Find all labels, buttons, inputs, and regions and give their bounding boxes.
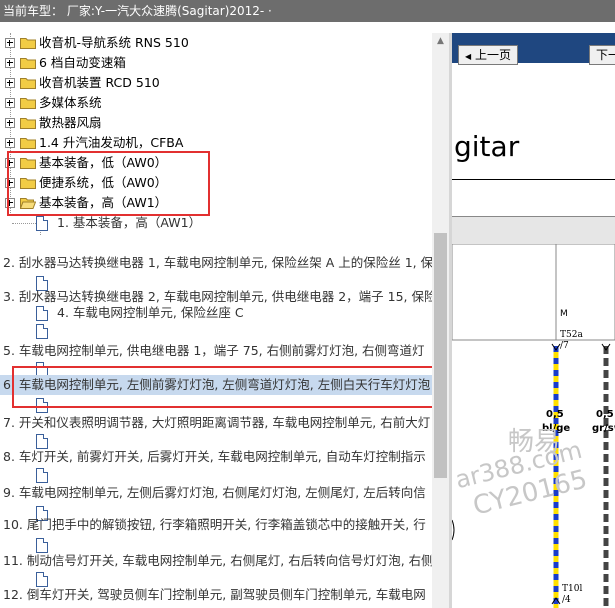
title-bar: 当前车型： 厂家:Y-一汽大众速腾(Sagitar)2012- · bbox=[0, 0, 615, 22]
expand-icon[interactable] bbox=[5, 98, 15, 108]
folder-icon bbox=[20, 138, 36, 149]
folder-icon bbox=[20, 38, 36, 49]
tree-folder-label: 收音机装置 RCD 510 bbox=[39, 75, 160, 90]
prev-page-button[interactable]: ◀ 上一页 bbox=[458, 45, 518, 65]
diagram-title: gitar bbox=[454, 130, 520, 163]
document-icon bbox=[36, 216, 48, 231]
annotation-box bbox=[12, 366, 432, 408]
tree-folder-label: 1.4 升汽油发动机，CFBA bbox=[39, 135, 184, 150]
bottom-connector-label: T10l bbox=[562, 584, 583, 594]
folder-icon bbox=[20, 98, 36, 109]
tree-document-label: 11. 制动信号灯开关, 车载电网控制单元, 右侧尾灯, 右后转向信号灯灯泡, … bbox=[3, 553, 432, 568]
folder-icon bbox=[20, 118, 36, 129]
document-tree[interactable]: 收音机-导航系统 RNS 510 6 档自动变速箱 收音机装置 RCD 510 … bbox=[0, 33, 432, 608]
expand-icon[interactable] bbox=[5, 58, 15, 68]
tree-folder-label: 6 档自动变速箱 bbox=[39, 55, 126, 70]
wire2-color-label: gr/sw bbox=[592, 423, 615, 434]
tree-document-label: 8. 车灯开关, 前雾灯开关, 后雾灯开关, 车载电网控制单元, 自动车灯控制指… bbox=[3, 449, 426, 464]
tree-document-label: 7. 开关和仪表照明调节器, 大灯照明距离调节器, 车载电网控制单元, 右前大灯 bbox=[3, 415, 431, 430]
wire2-size-label: 0,5 bbox=[596, 409, 614, 420]
expand-icon[interactable] bbox=[5, 138, 15, 148]
document-icon bbox=[36, 306, 48, 321]
wire1-size-label: 0,5 bbox=[546, 409, 564, 420]
viewer-toolbar: ◀ 上一页 下一 bbox=[452, 33, 615, 65]
tree-document-label: 12. 倒车灯开关, 驾驶员侧车门控制单元, 副驾驶员侧车门控制单元, 车载电网 bbox=[3, 587, 426, 602]
expand-icon[interactable] bbox=[5, 78, 15, 88]
tree-document-label: 9. 车载电网控制单元, 左侧后雾灯灯泡, 右侧尾灯灯泡, 左侧尾灯, 左后转向… bbox=[3, 485, 426, 500]
diagram-header-band bbox=[452, 216, 615, 246]
tree-document-label: 10. 尾门把手中的解锁按钮, 行李箱照明开关, 行李箱盖锁芯中的接触开关, 行 bbox=[3, 517, 426, 532]
left-arrow-icon: ◀ bbox=[465, 52, 472, 61]
wire1-pin-number: /7 bbox=[560, 341, 569, 351]
tree-guide-line bbox=[12, 223, 36, 224]
tree-folder-label: 收音机-导航系统 RNS 510 bbox=[39, 35, 189, 50]
expand-icon[interactable] bbox=[5, 38, 15, 48]
diagram-rule bbox=[452, 179, 615, 180]
annotation-box bbox=[7, 151, 210, 216]
tree-document-label: 2. 刮水器马达转换继电器 1, 车载电网控制单元, 保险丝架 A 上的保险丝 … bbox=[3, 255, 432, 270]
wire1-pin-label: T52a bbox=[560, 330, 583, 340]
scrollbar-thumb[interactable] bbox=[434, 233, 447, 478]
tree-document-label: 1. 基本装备，高（AW1） bbox=[57, 215, 202, 230]
document-icon bbox=[36, 468, 48, 483]
folder-icon bbox=[20, 78, 36, 89]
scroll-up-arrow-icon[interactable]: ▲ bbox=[432, 33, 449, 50]
next-page-button[interactable]: 下一 bbox=[589, 45, 615, 65]
tree-folder-label: 多媒体系统 bbox=[39, 95, 102, 110]
folder-icon bbox=[20, 58, 36, 69]
expand-icon[interactable] bbox=[5, 118, 15, 128]
bottom-connector-pin: /4 bbox=[562, 595, 571, 605]
tree-folder-label: 散热器风扇 bbox=[39, 115, 102, 130]
tree-document-label: 5. 车载电网控制单元, 供电继电器 1，端子 75, 右侧前雾灯灯泡, 右侧弯… bbox=[3, 343, 425, 358]
tree-scrollbar[interactable]: ▲ bbox=[432, 33, 449, 608]
title-text: 当前车型： 厂家:Y-一汽大众速腾(Sagitar)2012- · bbox=[3, 4, 272, 18]
document-icon bbox=[36, 324, 48, 339]
connector-m-label: M bbox=[560, 309, 568, 319]
tree-document-label: 4. 车载电网控制单元, 保险丝座 C bbox=[57, 305, 244, 320]
